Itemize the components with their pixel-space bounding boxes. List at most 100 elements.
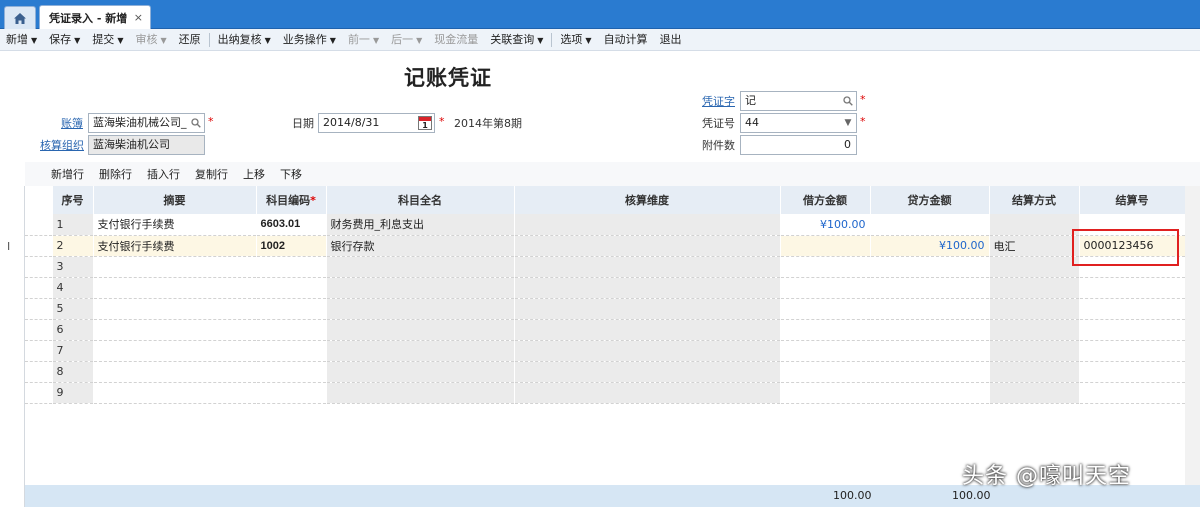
table-row[interactable]: 4 <box>25 277 1186 299</box>
search-icon[interactable] <box>840 92 856 110</box>
cell-summary[interactable] <box>93 256 257 278</box>
cell-code[interactable] <box>256 277 327 299</box>
column-header[interactable]: 结算方式 <box>989 186 1080 214</box>
cell-account[interactable] <box>326 256 515 278</box>
close-icon[interactable]: × <box>134 11 143 24</box>
toolbar-item[interactable]: 现金流量 <box>428 29 484 51</box>
cell-dimension[interactable] <box>514 361 781 383</box>
cell-code[interactable] <box>256 256 327 278</box>
attachments-field[interactable]: 0 <box>740 135 857 155</box>
cell-method[interactable] <box>989 256 1080 278</box>
cell-account[interactable]: 银行存款 <box>326 235 515 257</box>
column-header[interactable]: 核算维度 <box>514 186 781 214</box>
table-row[interactable]: 1 支付银行手续费 6603.01 财务费用_利息支出 ¥100.00 <box>25 214 1186 236</box>
table-row[interactable]: 2 支付银行手续费 1002 银行存款 ¥100.00 电汇 0000123456 <box>25 235 1186 257</box>
toolbar-item[interactable]: 还原 <box>173 29 207 51</box>
cell-method[interactable] <box>989 382 1080 404</box>
ledger-label[interactable]: 账簿 <box>61 115 83 131</box>
cell-code[interactable] <box>256 340 327 362</box>
cell-credit[interactable] <box>870 361 990 383</box>
cell-credit[interactable] <box>870 298 990 320</box>
table-row[interactable]: 7 <box>25 340 1186 362</box>
cell-debit[interactable] <box>780 235 871 257</box>
cell-dimension[interactable] <box>514 340 781 362</box>
cell-debit[interactable]: ¥100.00 <box>780 214 871 236</box>
table-row[interactable]: 5 <box>25 298 1186 320</box>
voucher-word-field[interactable]: 记 <box>740 91 857 111</box>
search-icon[interactable] <box>188 114 204 132</box>
cell-credit[interactable] <box>870 340 990 362</box>
toolbar-item[interactable]: 自动计算 <box>598 29 654 51</box>
column-header[interactable]: 摘要 <box>93 186 257 214</box>
cell-dimension[interactable] <box>514 382 781 404</box>
column-header[interactable]: 结算号 <box>1079 186 1186 214</box>
cell-account[interactable] <box>326 382 515 404</box>
cell-credit[interactable] <box>870 277 990 299</box>
cell-ref[interactable] <box>1079 340 1186 362</box>
cell-credit[interactable] <box>870 319 990 341</box>
date-field[interactable]: 2014/8/31 1 <box>318 113 435 133</box>
cell-ref[interactable] <box>1079 319 1186 341</box>
cell-ref[interactable] <box>1079 361 1186 383</box>
cell-ref[interactable] <box>1079 298 1186 320</box>
cell-method[interactable] <box>989 340 1080 362</box>
toolbar-item[interactable]: 审核 ▼ <box>129 29 172 51</box>
cell-account[interactable] <box>326 361 515 383</box>
voucher-no-field[interactable]: 44 ▼ <box>740 113 857 133</box>
table-row[interactable]: 6 <box>25 319 1186 341</box>
table-row[interactable]: 3 <box>25 256 1186 278</box>
cell-summary[interactable] <box>93 340 257 362</box>
toolbar-item[interactable]: 退出 <box>654 29 688 51</box>
cell-debit[interactable] <box>780 382 871 404</box>
cell-credit[interactable] <box>870 256 990 278</box>
toolbar-item[interactable]: 选项 ▼ <box>554 29 597 51</box>
cell-method[interactable] <box>989 298 1080 320</box>
toolbar-item[interactable]: 新增 ▼ <box>0 29 43 51</box>
cell-account[interactable]: 财务费用_利息支出 <box>326 214 515 236</box>
ledger-field[interactable]: 蓝海柴油机械公司_ <box>88 113 205 133</box>
grid-tool-button[interactable]: 删除行 <box>99 166 132 182</box>
cell-summary[interactable] <box>93 319 257 341</box>
home-tab[interactable] <box>4 6 36 29</box>
table-row[interactable]: 9 <box>25 382 1186 404</box>
cell-method[interactable] <box>989 214 1080 236</box>
scrollbar[interactable] <box>1185 186 1200 485</box>
grid-tool-button[interactable]: 下移 <box>280 166 302 182</box>
voucher-word-label[interactable]: 凭证字 <box>702 93 735 109</box>
cell-debit[interactable] <box>780 256 871 278</box>
column-header[interactable]: 借方金额 <box>780 186 871 214</box>
toolbar-item[interactable]: 后一 ▼ <box>385 29 428 51</box>
toolbar-item[interactable]: 提交 ▼ <box>86 29 129 51</box>
grid-tool-button[interactable]: 上移 <box>243 166 265 182</box>
calendar-icon[interactable]: 1 <box>418 116 432 130</box>
toolbar-item[interactable]: 前一 ▼ <box>342 29 385 51</box>
cell-credit[interactable]: ¥100.00 <box>870 235 990 257</box>
toolbar-item[interactable]: 保存 ▼ <box>43 29 86 51</box>
cell-dimension[interactable] <box>514 319 781 341</box>
cell-dimension[interactable] <box>514 277 781 299</box>
cell-code[interactable] <box>256 361 327 383</box>
toolbar-item[interactable]: 业务操作 ▼ <box>277 29 342 51</box>
cell-summary[interactable] <box>93 277 257 299</box>
cell-code[interactable]: 1002 <box>256 235 327 257</box>
cell-dimension[interactable] <box>514 256 781 278</box>
cell-ref[interactable] <box>1079 277 1186 299</box>
column-header[interactable]: 序号 <box>52 186 94 214</box>
chevron-down-icon[interactable]: ▼ <box>840 114 856 132</box>
cell-dimension[interactable] <box>514 235 781 257</box>
cell-summary[interactable] <box>93 382 257 404</box>
toolbar-item[interactable]: 关联查询 ▼ <box>484 29 549 51</box>
cell-summary[interactable]: 支付银行手续费 <box>93 214 257 236</box>
tab-voucher-entry[interactable]: 凭证录入 - 新增 × <box>39 5 151 29</box>
cell-account[interactable] <box>326 277 515 299</box>
org-label[interactable]: 核算组织 <box>40 137 84 153</box>
cell-summary[interactable]: 支付银行手续费 <box>93 235 257 257</box>
cell-method[interactable] <box>989 319 1080 341</box>
cell-debit[interactable] <box>780 340 871 362</box>
column-header[interactable]: 贷方金额 <box>870 186 990 214</box>
cell-dimension[interactable] <box>514 214 781 236</box>
cell-credit[interactable] <box>870 382 990 404</box>
cell-account[interactable] <box>326 298 515 320</box>
toolbar-item[interactable]: 出纳复核 ▼ <box>212 29 277 51</box>
cell-debit[interactable] <box>780 277 871 299</box>
